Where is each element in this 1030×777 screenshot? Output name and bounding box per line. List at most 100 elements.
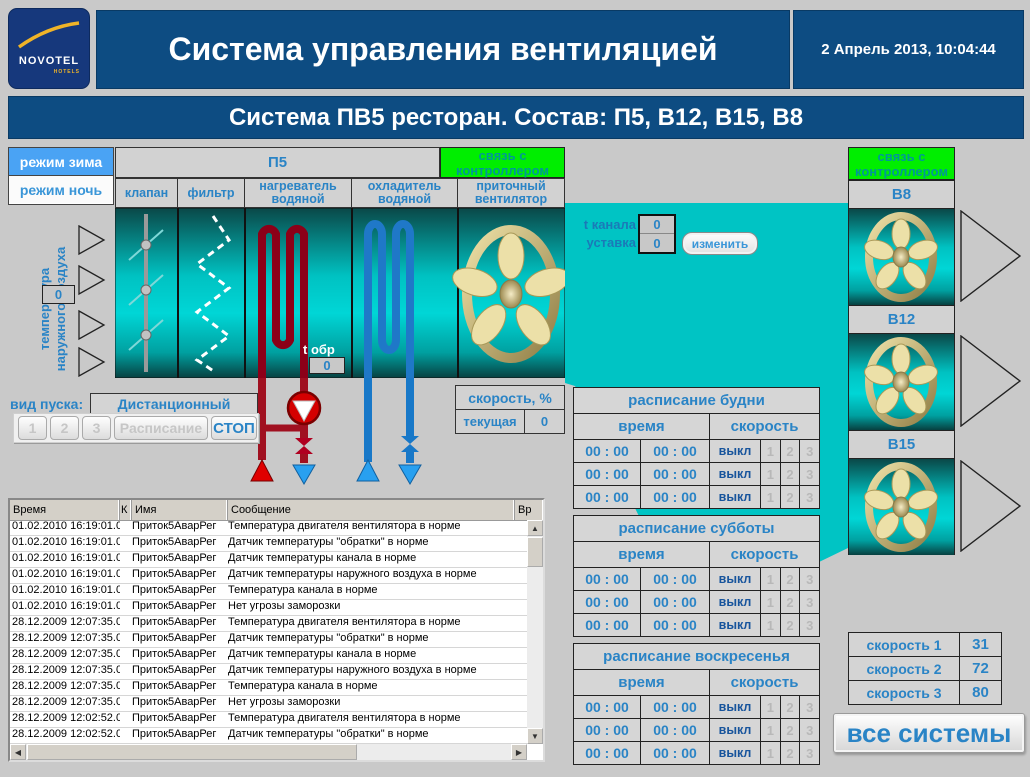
h-scroll-thumb[interactable] (27, 744, 357, 760)
schedule-speed-1[interactable]: 1 (761, 614, 781, 636)
log-row[interactable]: 28.12.2009 12:07:35.0 Приток5АварРег Тем… (10, 680, 527, 696)
schedule-speed-2[interactable]: 2 (781, 696, 801, 718)
speed-3-button[interactable]: 3 (82, 416, 111, 440)
schedule-speed-1[interactable]: 1 (761, 486, 781, 508)
schedule-state[interactable]: выкл (710, 463, 761, 485)
log-row[interactable]: 28.12.2009 12:07:35.0 Приток5АварРег Нет… (10, 696, 527, 712)
log-row[interactable]: 01.02.2010 16:19:01.0 Приток5АварРег Дат… (10, 536, 527, 552)
log-row[interactable]: 01.02.2010 16:19:01.0 Приток5АварРег Тем… (10, 520, 527, 536)
schedule-speed-2[interactable]: 2 (781, 719, 801, 741)
log-col-k[interactable]: К (120, 500, 132, 520)
log-row[interactable]: 28.12.2009 12:07:35.0 Приток5АварРег Дат… (10, 664, 527, 680)
schedule-time-to[interactable]: 00 : 00 (641, 568, 710, 590)
intake-airflow-arrows (78, 225, 106, 382)
winter-mode-button[interactable]: режим зима (9, 148, 113, 176)
schedule-time-to[interactable]: 00 : 00 (641, 591, 710, 613)
schedule-speed-3[interactable]: 3 (800, 696, 819, 718)
schedule-speed-3[interactable]: 3 (800, 742, 819, 764)
schedule-time-from[interactable]: 00 : 00 (574, 463, 641, 485)
speed-preset-value[interactable]: 72 (960, 657, 1001, 680)
speed-1-button[interactable]: 1 (18, 416, 47, 440)
schedule-time-from[interactable]: 00 : 00 (574, 742, 641, 764)
schedule-speed-3[interactable]: 3 (800, 463, 819, 485)
log-vertical-scrollbar[interactable]: ▲ ▼ (527, 520, 543, 744)
schedule-time-to[interactable]: 00 : 00 (641, 486, 710, 508)
schedule-time-to[interactable]: 00 : 00 (641, 614, 710, 636)
log-row[interactable]: 28.12.2009 12:07:35.0 Приток5АварРег Тем… (10, 616, 527, 632)
log-row[interactable]: 01.02.2010 16:19:01.0 Приток5АварРег Нет… (10, 600, 527, 616)
scroll-up-icon[interactable]: ▲ (527, 520, 543, 536)
schedule-speed-2[interactable]: 2 (781, 614, 801, 636)
log-row[interactable]: 28.12.2009 12:02:52.0 Приток5АварРег Дат… (10, 728, 527, 744)
change-setpoint-button[interactable]: изменить (682, 232, 758, 255)
schedule-title: расписание субботы (574, 516, 819, 542)
supply-arrow-up (251, 460, 273, 481)
schedule-speed-3[interactable]: 3 (800, 591, 819, 613)
schedule-speed-1[interactable]: 1 (761, 440, 781, 462)
schedule-speed-2[interactable]: 2 (781, 440, 801, 462)
schedule-state[interactable]: выкл (710, 568, 761, 590)
log-cell-name: Приток5АварРег (132, 536, 228, 551)
speed-2-button[interactable]: 2 (50, 416, 79, 440)
schedule-state[interactable]: выкл (710, 486, 761, 508)
log-col-name[interactable]: Имя (132, 500, 228, 520)
log-col-extra[interactable]: Вр (515, 500, 543, 520)
schedule-state[interactable]: выкл (710, 440, 761, 462)
speed-preset-value[interactable]: 80 (960, 681, 1001, 704)
schedule-state[interactable]: выкл (710, 614, 761, 636)
schedule-speed-2[interactable]: 2 (781, 463, 801, 485)
schedule-time-from[interactable]: 00 : 00 (574, 568, 641, 590)
schedule-speed-3[interactable]: 3 (800, 719, 819, 741)
schedule-time-to[interactable]: 00 : 00 (641, 719, 710, 741)
schedule-speed-2[interactable]: 2 (781, 568, 801, 590)
schedule-time-from[interactable]: 00 : 00 (574, 486, 641, 508)
log-horizontal-scrollbar[interactable]: ◀ ▶ (10, 744, 527, 760)
schedule-speed-1[interactable]: 1 (761, 591, 781, 613)
schedule-state[interactable]: выкл (710, 719, 761, 741)
schedule-time-to[interactable]: 00 : 00 (641, 463, 710, 485)
schedule-state[interactable]: выкл (710, 696, 761, 718)
schedule-speed-1[interactable]: 1 (761, 696, 781, 718)
scroll-down-icon[interactable]: ▼ (527, 728, 543, 744)
schedule-time-to[interactable]: 00 : 00 (641, 742, 710, 764)
v-scroll-thumb[interactable] (527, 537, 543, 567)
all-systems-button[interactable]: все системы (833, 713, 1025, 753)
schedule-state[interactable]: выкл (710, 591, 761, 613)
log-row[interactable]: 01.02.2010 16:19:01.0 Приток5АварРег Тем… (10, 584, 527, 600)
schedule-time-from[interactable]: 00 : 00 (574, 719, 641, 741)
schedule-time-from[interactable]: 00 : 00 (574, 440, 641, 462)
schedule-time-from[interactable]: 00 : 00 (574, 591, 641, 613)
schedule-speed-3[interactable]: 3 (800, 568, 819, 590)
schedule-time-from[interactable]: 00 : 00 (574, 696, 641, 718)
scroll-left-icon[interactable]: ◀ (10, 744, 26, 760)
schedule-speed-2[interactable]: 2 (781, 486, 801, 508)
schedule-table: расписание воскресенья время скорость 00… (573, 643, 820, 765)
scroll-right-icon[interactable]: ▶ (511, 744, 527, 760)
log-row[interactable]: 28.12.2009 12:07:35.0 Приток5АварРег Дат… (10, 632, 527, 648)
schedule-speed-1[interactable]: 1 (761, 568, 781, 590)
schedule-time-to[interactable]: 00 : 00 (641, 696, 710, 718)
exhaust-airflow-arrow-icon (960, 210, 1022, 302)
schedule-time-to[interactable]: 00 : 00 (641, 440, 710, 462)
log-row[interactable]: 01.02.2010 16:19:01.0 Приток5АварРег Дат… (10, 568, 527, 584)
schedule-speed-1[interactable]: 1 (761, 719, 781, 741)
stop-button[interactable]: СТОП (211, 416, 257, 440)
schedule-speed-3[interactable]: 3 (800, 614, 819, 636)
speed-preset-value[interactable]: 31 (960, 633, 1001, 656)
schedule-speed-1[interactable]: 1 (761, 463, 781, 485)
schedule-speed-1[interactable]: 1 (761, 742, 781, 764)
schedule-state[interactable]: выкл (710, 742, 761, 764)
schedule-speed-2[interactable]: 2 (781, 742, 801, 764)
schedule-time-from[interactable]: 00 : 00 (574, 614, 641, 636)
log-row[interactable]: 28.12.2009 12:07:35.0 Приток5АварРег Дат… (10, 648, 527, 664)
schedule-speed-3[interactable]: 3 (800, 440, 819, 462)
night-mode-button[interactable]: режим ночь (9, 176, 113, 203)
log-col-time[interactable]: Время (10, 500, 120, 520)
setpoint-value: 0 (640, 234, 674, 252)
log-col-message[interactable]: Сообщение (228, 500, 515, 520)
schedule-mode-button[interactable]: Расписание (114, 416, 208, 440)
schedule-speed-2[interactable]: 2 (781, 591, 801, 613)
schedule-speed-3[interactable]: 3 (800, 486, 819, 508)
log-row[interactable]: 01.02.2010 16:19:01.0 Приток5АварРег Дат… (10, 552, 527, 568)
log-row[interactable]: 28.12.2009 12:02:52.0 Приток5АварРег Тем… (10, 712, 527, 728)
